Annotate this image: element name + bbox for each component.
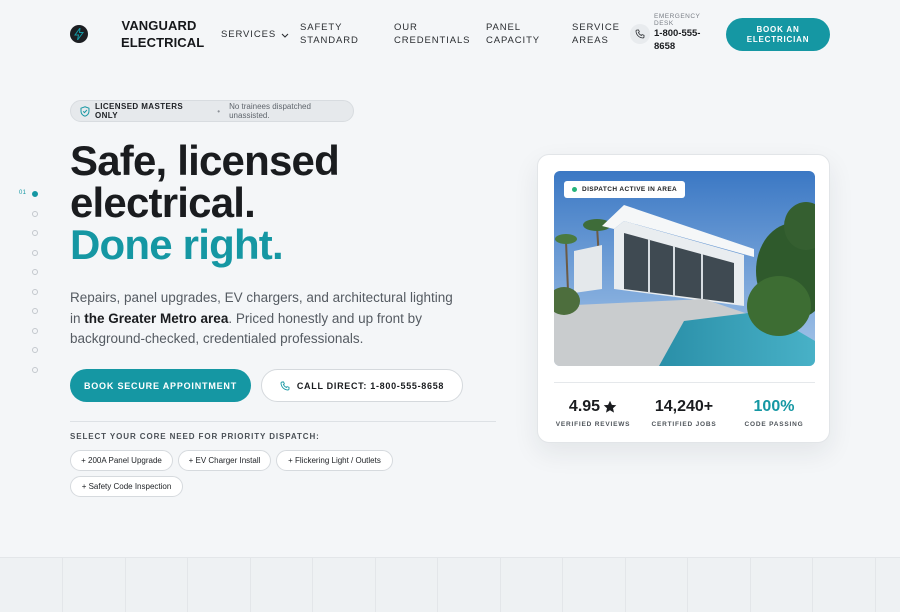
grid-line xyxy=(499,558,501,612)
section-dot[interactable] xyxy=(32,288,38,295)
nav-service-areas[interactable]: SERVICE AREAS xyxy=(572,22,632,47)
section-dot[interactable] xyxy=(32,327,38,334)
reviews-value: 4.95 xyxy=(554,398,632,416)
reviews-score: 4.95 xyxy=(568,398,601,415)
section-dot[interactable] xyxy=(32,269,38,275)
grid-line xyxy=(624,558,626,612)
badge-title: LICENSED MASTERS ONLY xyxy=(94,102,184,120)
section-dot[interactable] xyxy=(32,210,38,217)
code-passing-value: 100% xyxy=(753,398,795,415)
card-divider xyxy=(554,382,815,383)
phone-icon xyxy=(280,381,290,390)
stat-code-passing: 100% CODE PASSING xyxy=(735,398,813,428)
grid-line xyxy=(124,558,126,612)
stat-jobs: 14,240+ CERTIFIED JOBS xyxy=(645,398,723,428)
grid-line xyxy=(562,558,563,612)
dispatch-status-badge: DISPATCH ACTIVE IN AREA xyxy=(564,181,686,198)
status-indicator-dot xyxy=(572,187,577,192)
service-area-highlight: the Greater Metro area xyxy=(84,310,229,326)
stat-reviews: 4.95 VERIFIED REVIEWS xyxy=(554,398,632,428)
chip-ev-charger[interactable]: + EV Charger Install xyxy=(178,450,271,471)
book-appointment-button[interactable]: BOOK SECURE APPOINTMENT xyxy=(70,369,251,402)
book-electrician-button[interactable]: BOOK AN ELECTRICIAN xyxy=(726,18,830,51)
brand-name[interactable]: VANGUARD ELECTRICAL xyxy=(121,17,205,51)
site-header: VANGUARD ELECTRICAL SERVICES SAFETY STAN… xyxy=(0,0,900,68)
licensed-badge: LICENSED MASTERS ONLY • No trainees disp… xyxy=(70,100,354,122)
grid-line xyxy=(249,558,251,612)
chip-panel-upgrade[interactable]: + 200A Panel Upgrade xyxy=(70,450,173,471)
jobs-value: 14,240+ xyxy=(654,398,714,415)
chip-flickering-light[interactable]: + Flickering Light / Outlets xyxy=(276,450,393,471)
badge-separator: • xyxy=(217,106,221,116)
code-passing-label: CODE PASSING xyxy=(744,421,804,428)
chevron-down-icon xyxy=(281,33,289,38)
hero-headline: Safe, licensed electrical. Done right. xyxy=(70,140,500,266)
divider xyxy=(70,421,496,422)
grid-line xyxy=(374,558,376,612)
brand-line-1: VANGUARD xyxy=(121,18,197,33)
grid-line xyxy=(62,558,63,612)
section-dot[interactable] xyxy=(32,366,38,373)
headline-accent: Done right. xyxy=(70,221,284,268)
section-dot[interactable] xyxy=(32,191,38,197)
phone-icon[interactable] xyxy=(630,24,650,44)
emergency-phone-number[interactable]: 1-800-555-8658 xyxy=(654,28,714,53)
star-icon xyxy=(603,400,617,413)
grid-line xyxy=(437,558,438,612)
house-photo: DISPATCH ACTIVE IN AREA xyxy=(554,171,815,366)
next-section-band xyxy=(0,557,900,612)
jobs-label: CERTIFIED JOBS xyxy=(651,421,717,428)
core-need-label: SELECT YOUR CORE NEED FOR PRIORITY DISPA… xyxy=(70,432,320,441)
chip-safety-inspection[interactable]: + Safety Code Inspection xyxy=(70,476,183,497)
grid-line xyxy=(874,558,876,612)
shield-check-icon xyxy=(80,105,90,117)
headline-line-1: Safe, licensed xyxy=(70,137,340,184)
call-direct-label: CALL DIRECT: 1-800-555-8658 xyxy=(296,380,445,391)
section-dot[interactable] xyxy=(32,347,38,353)
brand-line-2: ELECTRICAL xyxy=(121,35,205,50)
headline-line-2: electrical. xyxy=(70,179,256,226)
section-dot[interactable] xyxy=(32,308,38,314)
nav-safety-standard[interactable]: SAFETY STANDARD xyxy=(300,22,370,47)
grid-line xyxy=(749,558,751,612)
nav-our-credentials[interactable]: OUR CREDENTIALS xyxy=(394,22,474,47)
emergency-desk-label: EMERGENCY DESK xyxy=(654,13,701,27)
lightning-bolt-icon[interactable] xyxy=(70,25,88,43)
grid-line xyxy=(312,558,313,612)
section-index: 01 xyxy=(19,190,27,196)
nav-services-label: SERVICES xyxy=(221,29,277,40)
section-dot[interactable] xyxy=(32,230,38,236)
badge-note: No trainees dispatched unassisted. xyxy=(229,102,311,120)
dispatch-status-text: DISPATCH ACTIVE IN AREA xyxy=(582,186,678,193)
reviews-label: VERIFIED REVIEWS xyxy=(555,421,631,428)
nav-services[interactable]: SERVICES xyxy=(221,29,289,42)
section-dot[interactable] xyxy=(32,249,38,256)
grid-line xyxy=(187,558,188,612)
grid-line xyxy=(812,558,813,612)
dispatch-card: DISPATCH ACTIVE IN AREA 4.95 VERIFIED RE… xyxy=(537,154,830,443)
hero-description: Repairs, panel upgrades, EV chargers, an… xyxy=(70,288,460,350)
call-direct-button[interactable]: CALL DIRECT: 1-800-555-8658 xyxy=(261,369,463,402)
nav-panel-capacity[interactable]: PANEL CAPACITY xyxy=(486,22,546,47)
grid-line xyxy=(687,558,688,612)
